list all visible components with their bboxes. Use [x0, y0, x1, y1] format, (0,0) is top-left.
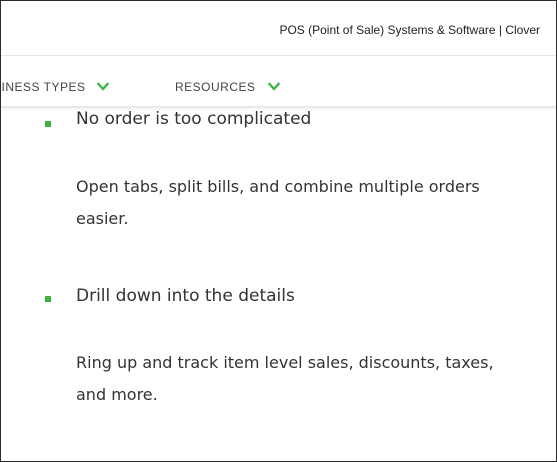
feature-heading: Drill down into the details: [76, 286, 295, 306]
feature-description: Ring up and track item level sales, disc…: [76, 353, 494, 404]
feature-heading: No order is too complicated: [76, 109, 312, 129]
chevron-down-icon: [97, 82, 110, 91]
feature-description: Open tabs, split bills, and combine mult…: [76, 177, 480, 228]
nav-business-types[interactable]: SINESS TYPES: [0, 80, 110, 94]
nav-resources-label: RESOURCES: [175, 80, 256, 94]
nav-business-types-label: SINESS TYPES: [0, 80, 86, 94]
bullet-icon: [45, 296, 51, 302]
feature-list: No order is too complicated Open tabs, s…: [1, 91, 556, 461]
top-navigation: SINESS TYPES RESOURCES: [1, 56, 556, 106]
bullet-icon: [45, 121, 51, 127]
chevron-down-icon: [267, 82, 280, 91]
window-title-bar: POS (Point of Sale) Systems & Software |…: [1, 1, 556, 55]
browser-viewport: POS (Point of Sale) Systems & Software |…: [0, 0, 557, 462]
nav-resources[interactable]: RESOURCES: [175, 80, 280, 94]
page-title: POS (Point of Sale) Systems & Software |…: [279, 23, 540, 37]
